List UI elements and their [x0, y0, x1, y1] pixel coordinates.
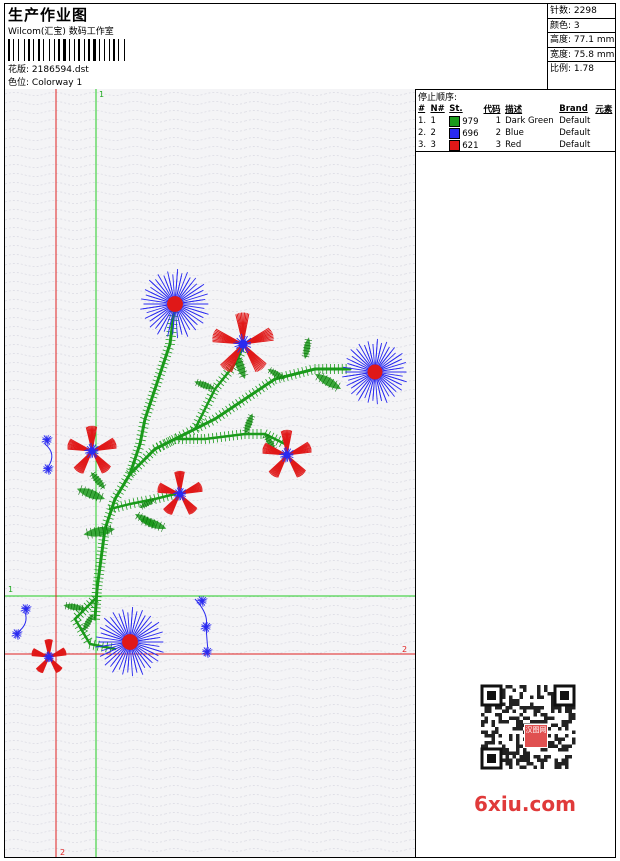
table-row: 1. 1 979 1 Dark Green Default: [418, 115, 591, 127]
guide-label-green-h: 1: [8, 585, 13, 594]
stat-scale: 比例: 1.78: [550, 64, 594, 74]
color-swatch: [449, 115, 461, 127]
table-row: 3. 3 621 3 Red Default: [418, 139, 591, 151]
stats-box: 针数: 2298 颜色: 3 高度: 77.1 mm 宽度: 75.8 mm 比…: [547, 4, 616, 89]
colorway-value: Colorway 1: [31, 78, 83, 88]
star-dot: [200, 599, 204, 603]
colorway-label: 色位:: [8, 78, 30, 88]
production-sheet: 生产作业图 Wilcom(汇宝) 数码工作室 花版: 2186594.dst 色…: [4, 3, 616, 858]
stop-sequence-title: 停止顺序:: [418, 93, 458, 103]
watermark-site: 6xiu.com: [474, 792, 576, 816]
star-dot: [24, 607, 28, 611]
stop-sequence-table: # N# St. 代码 描述 Brand 元素 1. 1 979 1 Dark …: [416, 103, 615, 152]
stop-table-header: # N# St. 代码 描述 Brand 元素: [418, 104, 613, 115]
software-label: Wilcom(汇宝) 数码工作室: [8, 27, 114, 37]
guide-label-red-v: 2: [60, 848, 65, 857]
design-file: 2186594.dst: [31, 65, 89, 75]
guide-label-green-v: 1: [99, 90, 104, 99]
design-file-row: 花版: 2186594.dst: [8, 62, 89, 75]
star-dot: [45, 438, 49, 442]
embroidery-design: 1 1 2 2: [5, 89, 415, 857]
stat-stitches: 针数: 2298: [548, 4, 616, 19]
color-swatch: [449, 127, 461, 139]
design-label: 花版:: [8, 65, 30, 75]
page-title: 生产作业图: [8, 6, 89, 24]
star-dot: [15, 632, 19, 636]
design-canvas: 1 1 2 2: [5, 89, 416, 857]
colorway-row: 色位: Colorway 1: [8, 75, 82, 88]
qr-logo: 汉图网: [524, 724, 548, 748]
stop-sequence-panel: 停止顺序: # N# St. 代码 描述 Brand 元素 1. 1 979 1…: [416, 89, 615, 857]
table-row: 2. 2 696 2 Blue Default: [418, 127, 591, 139]
guide-label-red-h: 2: [402, 645, 407, 654]
stat-colors: 颜色: 3: [548, 19, 616, 33]
stat-width: 宽度: 75.8 mm: [548, 48, 616, 62]
sheet-header: 生产作业图 Wilcom(汇宝) 数码工作室 花版: 2186594.dst 色…: [5, 4, 616, 90]
barcode: [8, 39, 142, 61]
color-swatch: [449, 139, 461, 151]
star-dot: [46, 467, 50, 471]
stat-height: 高度: 77.1 mm: [548, 33, 616, 48]
